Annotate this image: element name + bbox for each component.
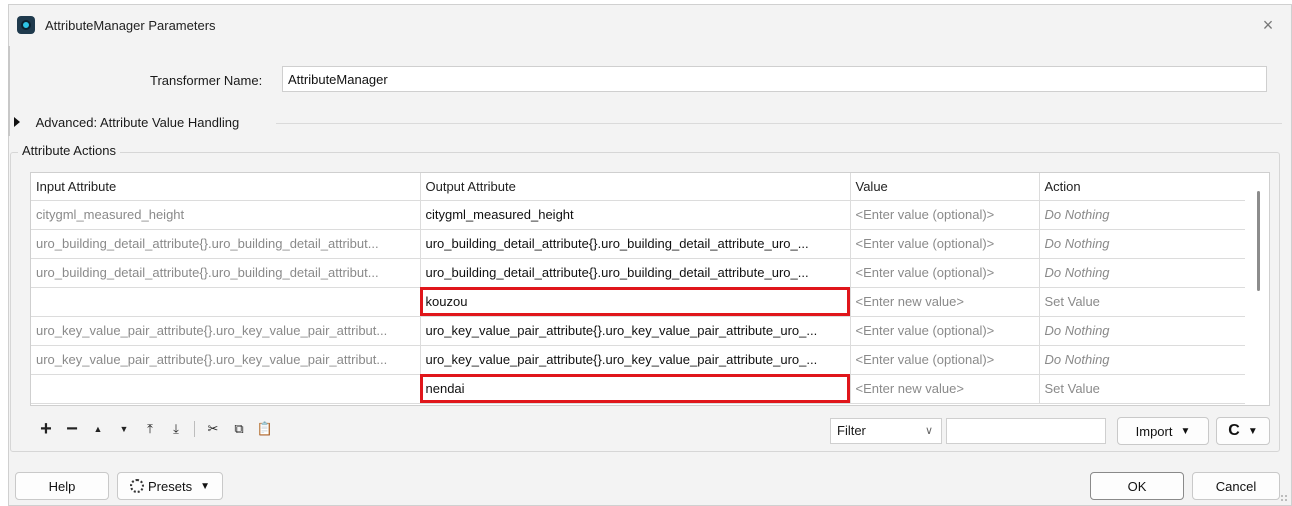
table-row[interactable]: nendai <Enter new value> Set Value	[31, 374, 1248, 404]
table-row[interactable]: uro_building_detail_attribute{}.uro_buil…	[31, 229, 1248, 259]
table-row[interactable]: uro_key_value_pair_attribute{}.uro_key_v…	[31, 316, 1248, 346]
action-cell[interactable]: Set Value	[1039, 287, 1248, 317]
import-button[interactable]: Import ▼	[1117, 417, 1209, 445]
advanced-section-label: Advanced: Attribute Value Handling	[35, 115, 240, 131]
output-attribute-cell[interactable]: uro_key_value_pair_attribute{}.uro_key_v…	[420, 345, 851, 375]
advanced-section-toggle[interactable]: Advanced: Attribute Value Handling	[14, 114, 239, 132]
move-down-icon[interactable]: ▼	[114, 418, 134, 440]
input-attribute-cell[interactable]: uro_key_value_pair_attribute{}.uro_key_v…	[31, 316, 421, 346]
column-header[interactable]: Output Attribute	[420, 173, 851, 201]
action-cell[interactable]: Set Value	[1039, 374, 1248, 404]
remove-row-icon[interactable]: −	[62, 418, 82, 440]
input-attribute-cell[interactable]	[31, 374, 421, 404]
filter-label: Filter	[837, 423, 866, 438]
left-edge-divider	[8, 46, 10, 136]
value-cell[interactable]: <Enter new value>	[850, 374, 1040, 404]
action-cell[interactable]: Do Nothing	[1039, 316, 1248, 346]
table-row[interactable]: kouzou <Enter new value> Set Value	[31, 287, 1248, 317]
table-toolbar: + − ▲ ▼ ⤒ ⤓ ✂ ⧉ 📋	[36, 418, 281, 440]
output-attribute-cell[interactable]: uro_building_detail_attribute{}.uro_buil…	[420, 258, 851, 288]
value-cell[interactable]: <Enter value (optional)>	[850, 229, 1040, 259]
column-header[interactable]: Input Attribute	[31, 173, 421, 201]
presets-button[interactable]: Presets ▼	[117, 472, 223, 500]
value-cell[interactable]: <Enter value (optional)>	[850, 316, 1040, 346]
output-attribute-cell[interactable]: kouzou	[420, 287, 851, 317]
action-cell[interactable]: Do Nothing	[1039, 258, 1248, 288]
value-cell[interactable]: <Enter value (optional)>	[850, 345, 1040, 375]
caret-down-icon: ▼	[1247, 425, 1258, 437]
action-cell[interactable]: Do Nothing	[1039, 345, 1248, 375]
input-attribute-cell[interactable]	[31, 287, 421, 317]
filter-dropdown[interactable]: Filter ∨	[830, 418, 942, 444]
advanced-section-rule	[276, 123, 1282, 124]
table-row[interactable]: uro_key_value_pair_attribute{}.uro_key_v…	[31, 345, 1248, 375]
output-attribute-cell[interactable]: nendai	[420, 374, 851, 404]
refresh-icon: C	[1228, 422, 1240, 439]
transformer-name-label: Transformer Name:	[150, 73, 263, 88]
copy-icon[interactable]: ⧉	[229, 418, 249, 440]
reload-button[interactable]: C ▼	[1216, 417, 1270, 445]
filter-text-input[interactable]	[946, 418, 1106, 444]
input-attribute-cell[interactable]: citygml_measured_height	[31, 200, 421, 230]
value-cell[interactable]: <Enter value (optional)>	[850, 258, 1040, 288]
column-header[interactable]: Action	[1039, 173, 1248, 201]
ok-button[interactable]: OK	[1090, 472, 1184, 500]
app-icon	[17, 16, 35, 34]
output-attribute-cell[interactable]: citygml_measured_height	[420, 200, 851, 230]
cut-icon[interactable]: ✂	[203, 418, 223, 440]
action-cell[interactable]: Do Nothing	[1039, 229, 1248, 259]
chevron-down-icon: ∨	[924, 425, 933, 437]
table-header-row: Input Attribute Output Attribute Value A…	[31, 173, 1248, 201]
gear-icon	[130, 479, 144, 493]
help-button[interactable]: Help	[15, 472, 109, 500]
move-to-top-icon[interactable]: ⤒	[140, 418, 160, 440]
scrollbar-thumb[interactable]	[1257, 191, 1260, 291]
output-attribute-cell[interactable]: uro_building_detail_attribute{}.uro_buil…	[420, 229, 851, 259]
import-label: Import	[1135, 423, 1173, 439]
output-attribute-cell[interactable]: uro_key_value_pair_attribute{}.uro_key_v…	[420, 316, 851, 346]
move-to-bottom-icon[interactable]: ⤓	[166, 418, 186, 440]
input-attribute-cell[interactable]: uro_building_detail_attribute{}.uro_buil…	[31, 229, 421, 259]
caret-down-icon: ▼	[200, 480, 210, 492]
caret-down-icon: ▼	[1180, 425, 1191, 437]
attribute-actions-title: Attribute Actions	[18, 143, 120, 158]
value-cell[interactable]: <Enter new value>	[850, 287, 1040, 317]
window-title: AttributeManager Parameters	[45, 18, 216, 33]
column-header[interactable]: Value	[850, 173, 1040, 201]
vertical-scrollbar[interactable]	[1245, 173, 1269, 405]
add-row-icon[interactable]: +	[36, 418, 56, 440]
input-attribute-cell[interactable]: uro_key_value_pair_attribute{}.uro_key_v…	[31, 345, 421, 375]
cancel-button[interactable]: Cancel	[1192, 472, 1280, 500]
paste-icon[interactable]: 📋	[255, 418, 275, 440]
table-row[interactable]: uro_building_detail_attribute{}.uro_buil…	[31, 258, 1248, 288]
table-row[interactable]: citygml_measured_height citygml_measured_…	[31, 200, 1248, 230]
move-up-icon[interactable]: ▲	[88, 418, 108, 440]
action-cell[interactable]: Do Nothing	[1039, 200, 1248, 230]
resize-grip-icon[interactable]	[1280, 494, 1288, 502]
title-bar: AttributeManager Parameters ×	[9, 5, 1291, 45]
value-cell[interactable]: <Enter value (optional)>	[850, 200, 1040, 230]
attribute-table: Input Attribute Output Attribute Value A…	[30, 172, 1270, 406]
transformer-name-input[interactable]	[282, 66, 1267, 92]
expand-triangle-icon	[14, 116, 20, 127]
input-attribute-cell[interactable]: uro_building_detail_attribute{}.uro_buil…	[31, 258, 421, 288]
toolbar-separator	[194, 421, 195, 437]
close-icon[interactable]: ×	[1255, 12, 1281, 38]
presets-label: Presets	[148, 478, 193, 494]
